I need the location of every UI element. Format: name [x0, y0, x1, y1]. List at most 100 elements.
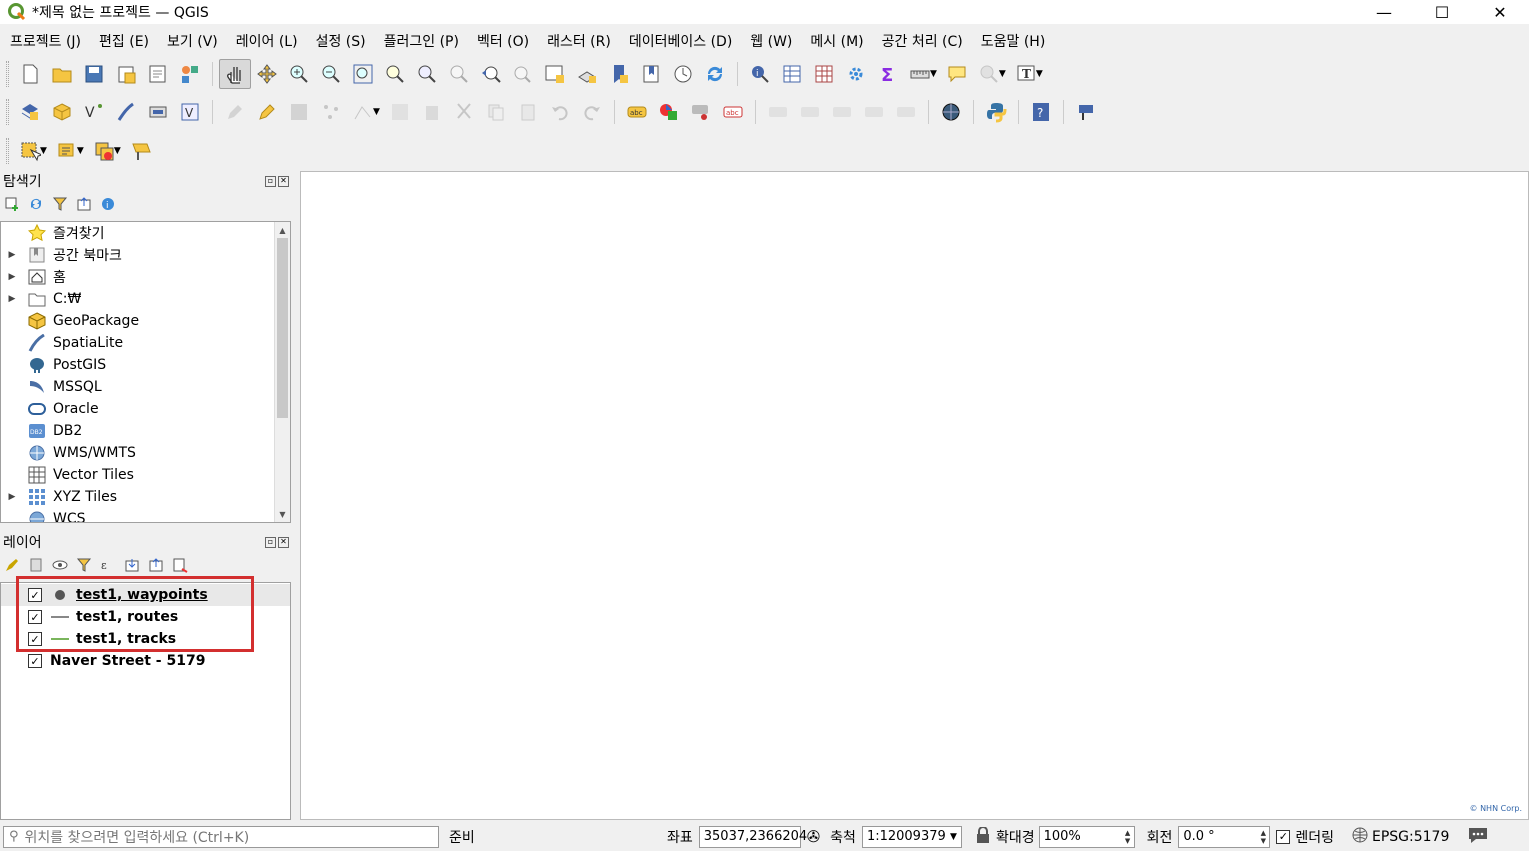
- style-manager-icon[interactable]: [174, 59, 206, 89]
- move-label-icon[interactable]: [762, 97, 794, 127]
- layer-row-naver-street[interactable]: ✓ Naver Street - 5179: [28, 650, 290, 672]
- zoom-out-icon[interactable]: [315, 59, 347, 89]
- zoom-last-icon[interactable]: [475, 59, 507, 89]
- new-virtual-layer-icon[interactable]: V: [174, 97, 206, 127]
- lock-scale-icon[interactable]: [976, 825, 990, 847]
- select-dropdown-icon[interactable]: ▼: [40, 146, 47, 156]
- modify-attributes-icon[interactable]: [384, 97, 416, 127]
- statistics-sigma-icon[interactable]: Σ: [872, 59, 904, 89]
- layer-visibility-checkbox[interactable]: ✓: [28, 588, 42, 602]
- menu-raster[interactable]: 래스터 (R): [537, 31, 619, 51]
- collapse-all-icon[interactable]: [76, 196, 92, 212]
- new-3d-view-icon[interactable]: [571, 59, 603, 89]
- filter-by-expression-icon[interactable]: ε: [100, 557, 116, 573]
- browser-item-geopackage[interactable]: GeoPackage: [1, 310, 290, 332]
- toggle-extents-icon[interactable]: ✇: [807, 827, 820, 846]
- menu-database[interactable]: 데이터베이스 (D): [619, 31, 740, 51]
- browser-item-home[interactable]: ▶ 홈: [1, 266, 290, 288]
- crs-button[interactable]: EPSG:5179: [1372, 829, 1449, 845]
- zoom-selection-icon[interactable]: [379, 59, 411, 89]
- plugin-extra-icon[interactable]: [1070, 97, 1102, 127]
- menu-view[interactable]: 보기 (V): [157, 31, 226, 51]
- refresh-icon[interactable]: [699, 59, 731, 89]
- zoom-next-icon[interactable]: [507, 59, 539, 89]
- menu-vector[interactable]: 벡터 (O): [467, 31, 537, 51]
- browser-item-wms-wmts[interactable]: WMS/WMTS: [1, 442, 290, 464]
- layer-row-tracks[interactable]: ✓ test1, tracks: [28, 628, 290, 650]
- scroll-down-icon[interactable]: ▼: [275, 506, 290, 522]
- browser-item-db2[interactable]: DB2 DB2: [1, 420, 290, 442]
- close-button[interactable]: ✕: [1471, 0, 1529, 24]
- add-selected-layers-icon[interactable]: [4, 196, 20, 212]
- paste-features-icon[interactable]: [512, 97, 544, 127]
- locator-search-input[interactable]: ⚲ 위치를 찾으려면 입력하세요 (Ctrl+K): [3, 825, 439, 848]
- new-bookmark-icon[interactable]: [603, 59, 635, 89]
- scale-dropdown-icon[interactable]: ▼: [950, 832, 957, 842]
- minimize-button[interactable]: —: [1355, 0, 1413, 24]
- expand-arrow-icon[interactable]: ▶: [5, 250, 19, 260]
- add-group-icon[interactable]: [28, 557, 44, 573]
- filter-browser-icon[interactable]: [52, 196, 68, 212]
- change-label-icon[interactable]: [858, 97, 890, 127]
- python-console-icon[interactable]: [980, 97, 1012, 127]
- processing-toolbox-icon[interactable]: [840, 59, 872, 89]
- menu-help[interactable]: 도움말 (H): [971, 31, 1054, 51]
- show-bookmarks-icon[interactable]: [635, 59, 667, 89]
- delete-selected-icon[interactable]: [416, 97, 448, 127]
- scale-combobox[interactable]: 1:12009379 ▼: [861, 825, 962, 848]
- new-map-view-icon[interactable]: [539, 59, 571, 89]
- temporal-controller-icon[interactable]: [667, 59, 699, 89]
- menu-edit[interactable]: 편집 (E): [89, 31, 157, 51]
- deselect-dropdown-icon[interactable]: ▼: [114, 146, 121, 156]
- collapse-all-layers-icon[interactable]: [148, 557, 164, 573]
- maximize-button[interactable]: ☐: [1413, 0, 1471, 24]
- map-tips-icon[interactable]: [941, 59, 973, 89]
- scroll-thumb[interactable]: [277, 238, 288, 418]
- expand-arrow-icon[interactable]: ▶: [5, 492, 19, 502]
- browser-item-spatialite[interactable]: SpatiaLite: [1, 332, 290, 354]
- rotation-spinbox[interactable]: 0.0 ° ▲ ▼: [1178, 825, 1271, 848]
- annotation-dropdown-icon[interactable]: ▼: [1036, 69, 1043, 79]
- menu-settings[interactable]: 설정 (S): [306, 31, 374, 51]
- scroll-up-icon[interactable]: ▲: [275, 222, 290, 238]
- label-properties-icon[interactable]: [890, 97, 922, 127]
- layer-visibility-checkbox[interactable]: ✓: [28, 654, 42, 668]
- browser-item-mssql[interactable]: MSSQL: [1, 376, 290, 398]
- save-project-icon[interactable]: [78, 59, 110, 89]
- vertex-tool-icon[interactable]: [347, 97, 379, 127]
- zoom-layer-icon[interactable]: [411, 59, 443, 89]
- pan-to-selection-icon[interactable]: [251, 59, 283, 89]
- toolbar-handle[interactable]: [6, 138, 9, 164]
- redo-icon[interactable]: [576, 97, 608, 127]
- select-location-icon[interactable]: [125, 136, 157, 166]
- browser-item-wcs[interactable]: WCS: [1, 508, 290, 522]
- spin-arrows-icon[interactable]: ▲ ▼: [1122, 826, 1134, 848]
- new-temporary-layer-icon[interactable]: [142, 97, 174, 127]
- new-shapefile-layer-icon[interactable]: V: [78, 97, 110, 127]
- help-icon[interactable]: ?: [1025, 97, 1057, 127]
- pan-hand-icon[interactable]: [219, 59, 251, 89]
- new-project-icon[interactable]: [14, 59, 46, 89]
- browser-item-vector-tiles[interactable]: Vector Tiles: [1, 464, 290, 486]
- browser-scrollbar[interactable]: ▲ ▼: [274, 222, 290, 522]
- browser-item-oracle[interactable]: Oracle: [1, 398, 290, 420]
- coordinate-field[interactable]: 35037,2366204: [698, 825, 807, 848]
- zoom-native-icon[interactable]: [443, 59, 475, 89]
- layer-row-waypoints[interactable]: ✓ test1, waypoints: [1, 584, 290, 606]
- float-panel-icon[interactable]: ▫: [265, 536, 276, 548]
- copy-features-icon[interactable]: [480, 97, 512, 127]
- close-panel-icon[interactable]: ✕: [278, 536, 289, 548]
- menu-web[interactable]: 웹 (W): [740, 31, 800, 51]
- remove-layer-icon[interactable]: [172, 557, 188, 573]
- open-project-icon[interactable]: [46, 59, 78, 89]
- data-source-manager-icon[interactable]: [14, 97, 46, 127]
- measure-dropdown-icon[interactable]: ▼: [930, 69, 937, 79]
- browser-item-spatial-bookmarks[interactable]: ▶ 공간 북마크: [1, 244, 290, 266]
- magnifier-spinbox[interactable]: 100% ▲ ▼: [1038, 825, 1135, 848]
- toolbar-handle[interactable]: [6, 61, 9, 87]
- browser-item-favorites[interactable]: 즐겨찾기: [1, 222, 290, 244]
- messages-icon[interactable]: [1467, 826, 1489, 848]
- expression-dropdown-icon[interactable]: ▼: [77, 146, 84, 156]
- properties-info-icon[interactable]: i: [100, 196, 116, 212]
- browser-item-c-drive[interactable]: ▶ C:₩: [1, 288, 290, 310]
